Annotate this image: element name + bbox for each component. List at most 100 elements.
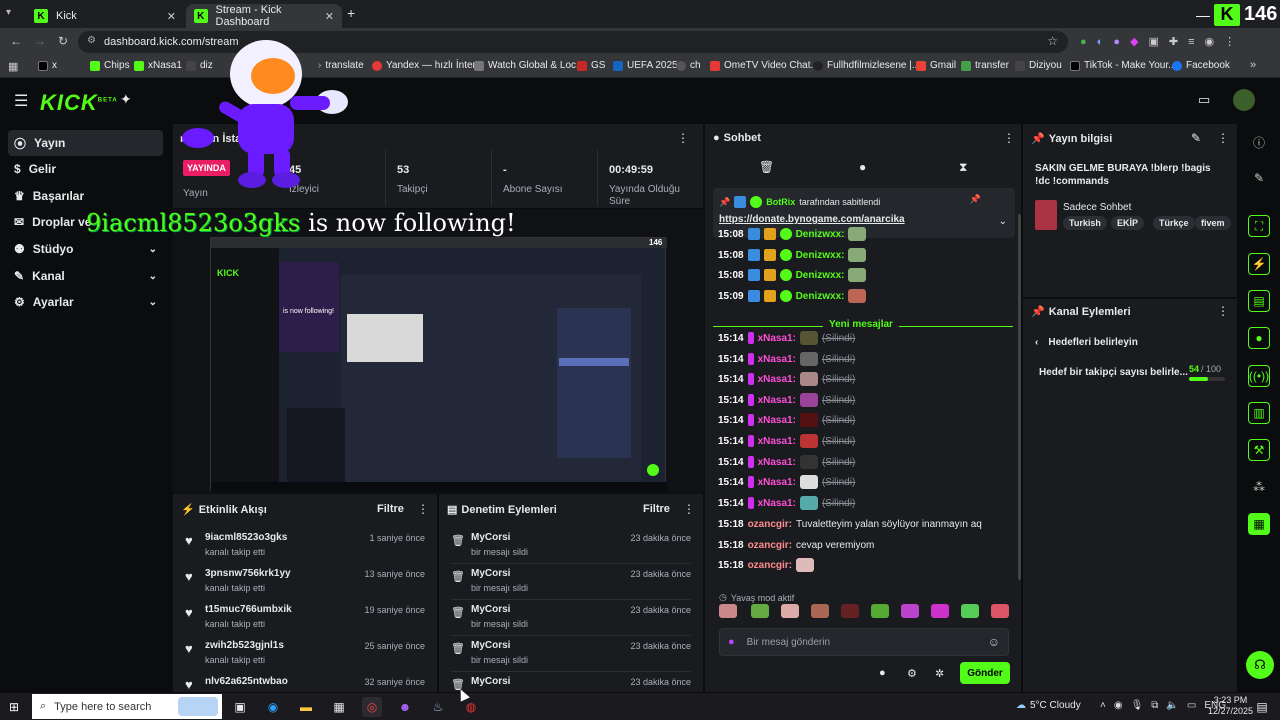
layers-icon[interactable]: ▥ — [1248, 402, 1270, 424]
bookmark-item[interactable]: Diziyou — [1015, 60, 1062, 71]
emote-icon[interactable] — [751, 604, 769, 618]
emote-icon[interactable] — [961, 604, 979, 618]
activity-item[interactable]: ♥ t15muc766umbxik kanalı takip etti 19 sani… — [173, 602, 437, 638]
discord-icon[interactable]: ☻ — [395, 697, 415, 717]
filter-button[interactable]: Filtre — [643, 503, 670, 515]
document-icon[interactable]: ▤ — [1248, 290, 1270, 312]
tab-list-icon[interactable]: ▾ — [6, 7, 11, 18]
chat-message[interactable]: 15:09 Denizwxx: — [718, 287, 870, 305]
stream-video[interactable]: KICK is now following! 146 — [210, 237, 667, 492]
chat-username[interactable]: xNasa1: — [758, 333, 796, 344]
bookmark-item[interactable]: Yandex — hızlı İnter... — [372, 60, 484, 71]
bookmark-item[interactable]: transfer — [961, 60, 1009, 71]
moderation-item[interactable]: 🗑 MyCorsi bir mesajı sildi 23 dakika önce — [439, 530, 703, 566]
media-icon[interactable]: ≡ — [1188, 36, 1194, 48]
bookmark-item[interactable]: Chips — [90, 60, 130, 71]
bookmark-item[interactable]: Facebook — [1172, 60, 1230, 71]
chat-scrollbar[interactable] — [1018, 214, 1021, 580]
network-icon[interactable]: ⧉ — [1151, 700, 1158, 711]
emote-icon[interactable] — [811, 604, 829, 618]
chat-message[interactable]: 15:14 xNasa1: (Silindi) — [718, 473, 855, 491]
chrome-icon[interactable]: ◎ — [362, 697, 382, 717]
notification-icon[interactable]: ▤ — [1252, 697, 1272, 717]
chevron-down-icon[interactable]: ⌄ — [999, 216, 1007, 227]
kick-logo[interactable]: KICKBETA — [40, 90, 118, 116]
filter-button[interactable]: Filtre — [377, 503, 404, 515]
edit-icon[interactable]: ✎ — [1248, 167, 1270, 189]
tab-kick[interactable]: K Kick ✕ — [26, 4, 184, 28]
clock[interactable]: 3:23 PM 12/27/2025 — [1208, 695, 1253, 717]
moderator-name[interactable]: MyCorsi — [471, 568, 510, 579]
bookmark-item[interactable]: Fullhdfilmizlesene |... — [813, 60, 920, 71]
extensions-puzzle-icon[interactable]: ✚ — [1169, 35, 1178, 48]
chat-message[interactable]: 15:14 xNasa1: (Silindi) — [718, 391, 855, 409]
moderation-item[interactable]: 🗑 MyCorsi bir mesajı sildi 23 dakika önce — [439, 638, 703, 674]
activity-user[interactable]: 3pnsnw756krk1yy — [205, 568, 291, 579]
chat-username[interactable]: Denizwxx: — [796, 250, 845, 261]
category-name[interactable]: Sadece Sohbet — [1063, 202, 1131, 213]
store-icon[interactable]: ▦ — [329, 697, 349, 717]
chat-message[interactable]: 15:14 xNasa1: (Silindi) — [718, 453, 855, 471]
bookmark-item[interactable]: GS — [577, 60, 605, 71]
help-headset-icon[interactable]: ☊ — [1246, 651, 1274, 679]
extension-icon[interactable]: ◐ — [1097, 36, 1104, 48]
sidebar-item-studyo[interactable]: ⚉ Stüdyo ⌄ — [8, 236, 163, 262]
weather-widget[interactable]: ☁ 5°C Cloudy — [1016, 700, 1081, 711]
goal-label[interactable]: Hedef bir takipçi sayısı belirle... — [1039, 367, 1188, 378]
stream-tag[interactable]: Turkish — [1063, 216, 1107, 230]
reload-icon[interactable]: ↻ — [58, 34, 68, 48]
more-bookmarks-icon[interactable]: » — [1250, 59, 1256, 71]
chat-message[interactable]: 15:14 xNasa1: (Silindi) — [718, 370, 855, 388]
chat-message[interactable]: 15:14 xNasa1: (Silindi) — [718, 350, 855, 368]
chat-username[interactable]: xNasa1: — [758, 415, 796, 426]
edge-icon[interactable]: ◉ — [263, 697, 283, 717]
pin-icon[interactable]: 📌 — [970, 194, 981, 205]
activity-item[interactable]: ♥ zwih2b523gjnl1s kanalı takip etti 25 sani… — [173, 638, 437, 674]
volume-icon[interactable]: 🔈 — [1166, 700, 1178, 711]
chat-username[interactable]: xNasa1: — [758, 436, 796, 447]
hamburger-menu-icon[interactable]: ☰ — [14, 91, 28, 111]
settings-cog-icon[interactable]: ✲ — [935, 667, 944, 680]
pin-icon[interactable]: ✦ — [120, 91, 132, 108]
moderation-item[interactable]: 🗑 MyCorsi bir mesajı sildi 23 dakika önce — [439, 566, 703, 602]
chat-message[interactable]: 15:08 Denizwxx: — [718, 246, 870, 264]
bookmark-item[interactable]: Watch Global & Loc... — [474, 60, 584, 71]
avatar[interactable] — [1233, 89, 1255, 111]
screen-icon[interactable]: ▭ — [1198, 92, 1210, 108]
profile-avatar-icon[interactable]: ◉ — [1204, 35, 1214, 48]
goal-back-button[interactable]: ‹ Hedefleri belirleyin — [1035, 337, 1138, 348]
back-icon[interactable]: ← — [10, 34, 22, 48]
pinned-link[interactable]: https://donate.bynogame.com/anarcika — [719, 214, 905, 225]
sidebar-item-kanal[interactable]: ✎ Kanal ⌄ — [8, 263, 163, 289]
apps-grid-icon[interactable]: ▦ — [8, 60, 18, 73]
site-info-icon[interactable]: ⚙ — [87, 35, 96, 46]
chat-message[interactable]: 15:14 xNasa1: (Silindi) — [718, 432, 855, 450]
more-options-icon[interactable]: ⋮ — [1003, 131, 1015, 145]
clapper-icon[interactable]: ▦ — [1248, 513, 1270, 535]
edit-icon[interactable]: ✎ — [1191, 131, 1201, 145]
sidebar-item-yayin[interactable]: ⦿ Yayın — [8, 130, 163, 156]
chat-message[interactable]: 15:18 ozancgir: cevap veremiyom — [718, 536, 874, 554]
activity-item[interactable]: ♥ 9iacml8523o3gks kanalı takip etti 1 saniy… — [173, 530, 437, 566]
menu-icon[interactable]: ⋮ — [1224, 35, 1235, 48]
bookmark-item[interactable]: TikTok - Make Your... — [1070, 60, 1176, 71]
bookmark-item[interactable]: Gmail — [916, 60, 956, 71]
chevron-up-icon[interactable]: ˄ — [1100, 700, 1106, 711]
extension-icon[interactable]: ◆ — [1130, 35, 1138, 48]
activity-user[interactable]: zwih2b523gjnl1s — [205, 640, 284, 651]
send-button[interactable]: Gönder — [960, 662, 1010, 684]
chat-bubble-icon[interactable]: ● — [1248, 327, 1270, 349]
emote-icon[interactable] — [901, 604, 919, 618]
emote-icon[interactable] — [719, 604, 737, 618]
activity-item[interactable]: ♥ 3pnsnw756krk1yy kanalı takip etti 13 sani… — [173, 566, 437, 602]
close-icon[interactable]: ✕ — [167, 10, 176, 23]
chat-username[interactable]: xNasa1: — [758, 395, 796, 406]
chat-username[interactable]: ozancgir: — [748, 540, 792, 551]
chat-username[interactable]: Denizwxx: — [796, 229, 845, 240]
taskbar-search-input[interactable]: ⌕ Type here to search — [32, 694, 222, 719]
bookmark-star-icon[interactable]: ☆ — [1047, 34, 1058, 48]
chat-mode-icon[interactable]: ● — [859, 160, 866, 174]
file-explorer-icon[interactable]: ▬ — [296, 697, 316, 717]
forward-icon[interactable]: → — [34, 34, 46, 48]
emote-icon[interactable] — [871, 604, 889, 618]
